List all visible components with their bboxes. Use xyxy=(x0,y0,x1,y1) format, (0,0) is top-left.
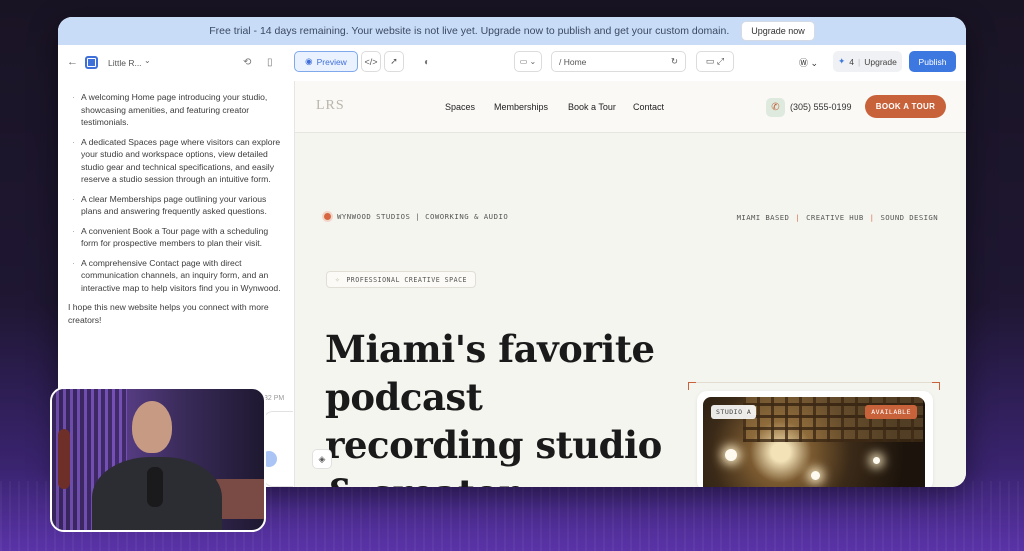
tag-item: CREATIVE HUB xyxy=(806,213,864,222)
studio-card[interactable]: STUDIO A AVAILABLE xyxy=(697,391,933,487)
eye-icon: ◉ xyxy=(305,56,313,66)
publish-button[interactable]: Publish xyxy=(909,51,956,72)
nav-link-memberships[interactable]: Memberships xyxy=(494,102,548,112)
list-item: A clear Memberships page outlining your … xyxy=(72,193,282,218)
refresh-icon[interactable]: ↻ xyxy=(671,56,678,67)
select-tool-button[interactable]: ➚ xyxy=(384,51,404,72)
location-strip: WYNWOOD STUDIOS | COWORKING & AUDIO xyxy=(324,212,508,221)
ceiling-grid xyxy=(743,397,923,442)
code-view-button[interactable]: </> xyxy=(361,51,381,72)
guitar xyxy=(58,429,70,489)
url-path: / Home xyxy=(559,56,587,67)
layers-icon: ◈ xyxy=(318,453,326,464)
site-preview: LRS Spaces Memberships Book a Tour Conta… xyxy=(294,81,966,487)
nav-link-spaces[interactable]: Spaces xyxy=(445,102,475,112)
nav-link-contact[interactable]: Contact xyxy=(633,102,664,112)
chevron-down-icon[interactable]: ⌄ xyxy=(144,56,151,65)
list-item: A welcoming Home page introducing your s… xyxy=(72,91,282,129)
microphone xyxy=(147,467,163,507)
device-toggle[interactable]: ▭ ⤢ xyxy=(696,51,734,72)
webcam-overlay xyxy=(50,387,266,532)
strip-left-text: WYNWOOD STUDIOS | COWORKING & AUDIO xyxy=(337,212,509,221)
upgrade-pill[interactable]: ✦ 4 | Upgrade xyxy=(833,51,902,72)
trial-banner: Free trial - 14 days remaining. Your web… xyxy=(58,17,966,45)
history-icon[interactable]: ⟲ xyxy=(243,57,251,68)
cursor-icon: ➚ xyxy=(390,56,398,66)
frame-corner xyxy=(932,382,940,390)
book-tour-button[interactable]: BOOK A TOUR xyxy=(865,95,946,118)
credit-count: 4 xyxy=(849,56,855,67)
site-header: LRS Spaces Memberships Book a Tour Conta… xyxy=(295,81,966,133)
ceiling-light xyxy=(725,449,737,461)
phone-icon: ✆ xyxy=(766,98,785,117)
list-item: A dedicated Spaces page where visitors c… xyxy=(72,136,282,186)
hero-headline: Miami's favorite podcast recording studi… xyxy=(325,327,662,487)
desktop-icon: ▭ ⤢ xyxy=(705,56,725,66)
wordpress-icon[interactable]: Ⓦ ⌄ xyxy=(799,56,818,69)
studio-tag: STUDIO A xyxy=(711,405,757,419)
chat-input[interactable] xyxy=(263,411,293,487)
phone-number[interactable]: (305) 555-0199 xyxy=(790,102,852,112)
feature-list: A welcoming Home page introducing your s… xyxy=(58,81,294,294)
availability-badge: AVAILABLE xyxy=(865,405,917,419)
url-bar[interactable]: / Home ↻ xyxy=(551,51,686,72)
chat-closing-message: I hope this new website helps you connec… xyxy=(68,302,269,325)
upgrade-label: Upgrade xyxy=(864,56,897,67)
nav-link-book-tour[interactable]: Book a Tour xyxy=(568,102,616,112)
tag-separator: | xyxy=(795,213,801,222)
upgrade-now-button[interactable]: Upgrade now xyxy=(741,21,815,41)
studio-photo: STUDIO A AVAILABLE xyxy=(703,397,925,487)
message-timestamp: 32 PM xyxy=(264,395,285,402)
preview-button[interactable]: ◉ Preview xyxy=(294,51,358,72)
divider: | xyxy=(858,56,861,67)
tag-strip: MIAMI BASED | CREATIVE HUB | SOUND DESIG… xyxy=(737,213,938,222)
list-item: A comprehensive Contact page with direct… xyxy=(72,257,282,295)
ceiling-light xyxy=(811,471,820,480)
list-item: A convenient Book a Tour page with a sch… xyxy=(72,225,282,250)
tag-item: SOUND DESIGN xyxy=(880,213,938,222)
sidebar-toggle-icon[interactable]: ▯ xyxy=(267,57,273,68)
tag-separator: | xyxy=(869,213,875,222)
status-dot xyxy=(324,213,331,220)
presenter-head xyxy=(132,401,172,453)
trial-message: Free trial - 14 days remaining. Your web… xyxy=(209,25,730,37)
page-icon: ▭ ⌄ xyxy=(519,57,537,66)
frame-corner xyxy=(688,382,696,390)
page-selector[interactable]: ▭ ⌄ xyxy=(514,51,542,72)
back-arrow-icon[interactable]: ← xyxy=(67,56,78,68)
ceiling-light xyxy=(873,457,880,464)
project-icon xyxy=(85,56,98,69)
layers-button[interactable]: ◈ xyxy=(312,449,332,469)
badge-text: PROFESSIONAL CREATIVE SPACE xyxy=(346,275,468,284)
project-name[interactable]: Little R... xyxy=(108,58,142,68)
tag-item: MIAMI BASED xyxy=(736,213,790,222)
sparkle-icon: ✧ xyxy=(335,275,341,284)
site-logo[interactable]: LRS xyxy=(316,98,345,114)
hero-badge: ✧ PROFESSIONAL CREATIVE SPACE xyxy=(326,271,477,288)
editor-toolbar: ← Little R... ⌄ ⟲ ▯ ◉ Preview </> ➚ ◐ ▭ … xyxy=(58,45,966,81)
preview-label: Preview xyxy=(316,56,347,67)
palette-icon[interactable]: ◐ xyxy=(424,57,430,68)
code-icon: </> xyxy=(364,56,378,67)
sparkle-icon: ✦ xyxy=(838,56,846,66)
